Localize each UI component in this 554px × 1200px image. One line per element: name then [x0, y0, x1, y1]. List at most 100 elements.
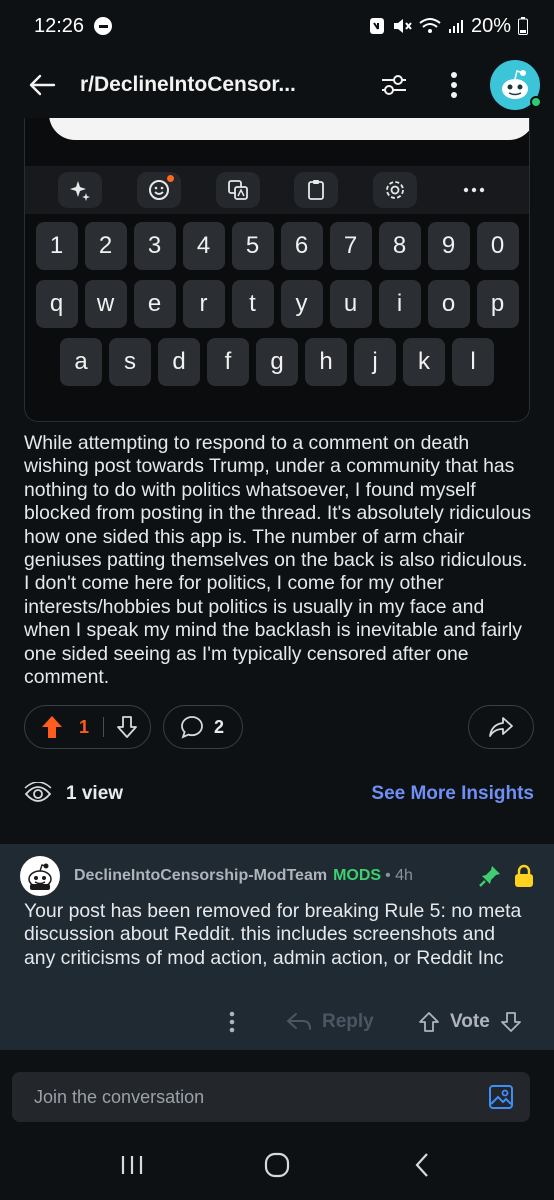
view-count: 1 view	[66, 783, 124, 804]
keyboard-toolbar	[25, 166, 529, 214]
key: 9	[427, 222, 470, 270]
key: 6	[280, 222, 323, 270]
back-nav-button[interactable]	[392, 1140, 452, 1190]
post-image[interactable]: 1 2 3 4 5 6 7 8 9 0 q w e r t y u i o p …	[24, 118, 530, 422]
emoji-icon	[136, 172, 181, 208]
post-body-text: While attempting to respond to a comment…	[24, 432, 532, 689]
comment-composer	[12, 1072, 530, 1122]
key: 8	[378, 222, 421, 270]
mod-comment: DeclineIntoCensorship-ModTeam MODS • 4h …	[0, 844, 554, 1050]
sparkle-icon	[58, 172, 103, 208]
add-image-button[interactable]	[486, 1082, 516, 1112]
join-conversation-input[interactable]	[34, 1086, 486, 1108]
system-nav-bar	[0, 1130, 554, 1200]
key: q	[35, 280, 78, 328]
recent-apps-button[interactable]	[102, 1140, 162, 1190]
sliders-icon	[382, 75, 406, 95]
key: 7	[329, 222, 372, 270]
keyboard-letter-row-2: a s d f g h j k l	[25, 338, 529, 386]
snoo-avatar-icon	[502, 70, 528, 99]
key: j	[354, 338, 396, 386]
online-status-dot	[530, 96, 542, 108]
keyboard-letter-row-1: q w e r t y u i o p	[25, 280, 529, 328]
overflow-menu-button[interactable]	[432, 63, 476, 107]
notification-dot	[166, 175, 174, 182]
key: e	[133, 280, 176, 328]
reply-button[interactable]: Reply	[286, 1006, 374, 1038]
key: k	[403, 338, 445, 386]
key: 3	[133, 222, 176, 270]
key: l	[452, 338, 494, 386]
status-time: 12:26	[34, 14, 85, 37]
recent-apps-icon	[122, 1156, 143, 1174]
key: 0	[476, 222, 519, 270]
key: 2	[84, 222, 127, 270]
home-button[interactable]	[247, 1140, 307, 1190]
comment-vote-control: Vote	[418, 1006, 522, 1038]
snoo-avatar-icon	[28, 863, 52, 890]
comment-header: DeclineIntoCensorship-ModTeam MODS • 4h	[20, 856, 534, 896]
chevron-left-icon	[415, 1153, 428, 1177]
home-icon	[264, 1152, 290, 1178]
status-bar: 12:26 20%	[0, 0, 554, 52]
translate-icon	[215, 172, 260, 208]
keyboard-keys: 1 2 3 4 5 6 7 8 9 0 q w e r t y u i o p …	[25, 222, 529, 396]
image-text-field	[49, 118, 529, 140]
signal-icon	[448, 20, 463, 33]
comment-more-button[interactable]	[218, 1006, 246, 1038]
key: r	[182, 280, 225, 328]
comment-count: 2	[214, 716, 225, 737]
pin-icon	[479, 866, 500, 887]
share-button[interactable]	[468, 705, 534, 749]
upvote-count: 1	[79, 716, 90, 737]
comments-button[interactable]: 2	[163, 705, 244, 749]
back-button[interactable]	[22, 65, 62, 105]
downvote-icon[interactable]	[116, 715, 138, 739]
image-icon	[489, 1085, 513, 1109]
see-more-insights-link[interactable]: See More Insights	[371, 783, 534, 805]
comment-author[interactable]: DeclineIntoCensorship-ModTeam	[74, 867, 327, 885]
views-eye-icon	[24, 782, 52, 802]
key: y	[280, 280, 323, 328]
key: h	[305, 338, 347, 386]
downvote-icon[interactable]	[500, 1011, 522, 1033]
key: 4	[182, 222, 225, 270]
more-vertical-icon	[229, 1011, 235, 1033]
key: f	[207, 338, 249, 386]
key: t	[231, 280, 274, 328]
key: s	[109, 338, 151, 386]
post-action-bar: 1 2	[24, 704, 534, 750]
mod-flair: MODS	[333, 867, 382, 884]
vote-label: Vote	[450, 1011, 490, 1032]
post-insights: 1 view See More Insights	[24, 776, 534, 812]
key: 5	[231, 222, 274, 270]
vote-divider	[103, 717, 105, 737]
key: g	[256, 338, 298, 386]
keyboard-number-row: 1 2 3 4 5 6 7 8 9 0	[25, 222, 529, 270]
share-arrow-icon	[489, 717, 513, 737]
nfc-icon	[369, 18, 384, 34]
comment-action-bar: Reply Vote	[0, 1000, 554, 1044]
arrow-left-icon	[29, 74, 56, 96]
do-not-disturb-icon	[94, 17, 113, 35]
more-vertical-icon	[451, 72, 457, 98]
comment-avatar[interactable]	[20, 856, 60, 896]
filter-button[interactable]	[372, 63, 416, 107]
wifi-icon	[419, 18, 441, 33]
key: i	[378, 280, 421, 328]
key: a	[60, 338, 102, 386]
key: p	[476, 280, 519, 328]
upvote-icon[interactable]	[418, 1011, 440, 1033]
user-avatar-button[interactable]	[490, 60, 542, 110]
upvote-icon[interactable]	[41, 715, 63, 739]
app-bar: r/DeclineIntoCensor...	[0, 52, 554, 118]
battery-icon	[518, 17, 528, 35]
key: d	[158, 338, 200, 386]
key: o	[427, 280, 470, 328]
comment-timestamp: • 4h	[385, 867, 413, 884]
reply-label: Reply	[322, 1011, 374, 1032]
vote-control: 1	[24, 705, 152, 749]
page-title[interactable]: r/DeclineIntoCensor...	[80, 73, 308, 97]
mute-icon	[393, 19, 412, 33]
settings-icon	[372, 172, 417, 208]
